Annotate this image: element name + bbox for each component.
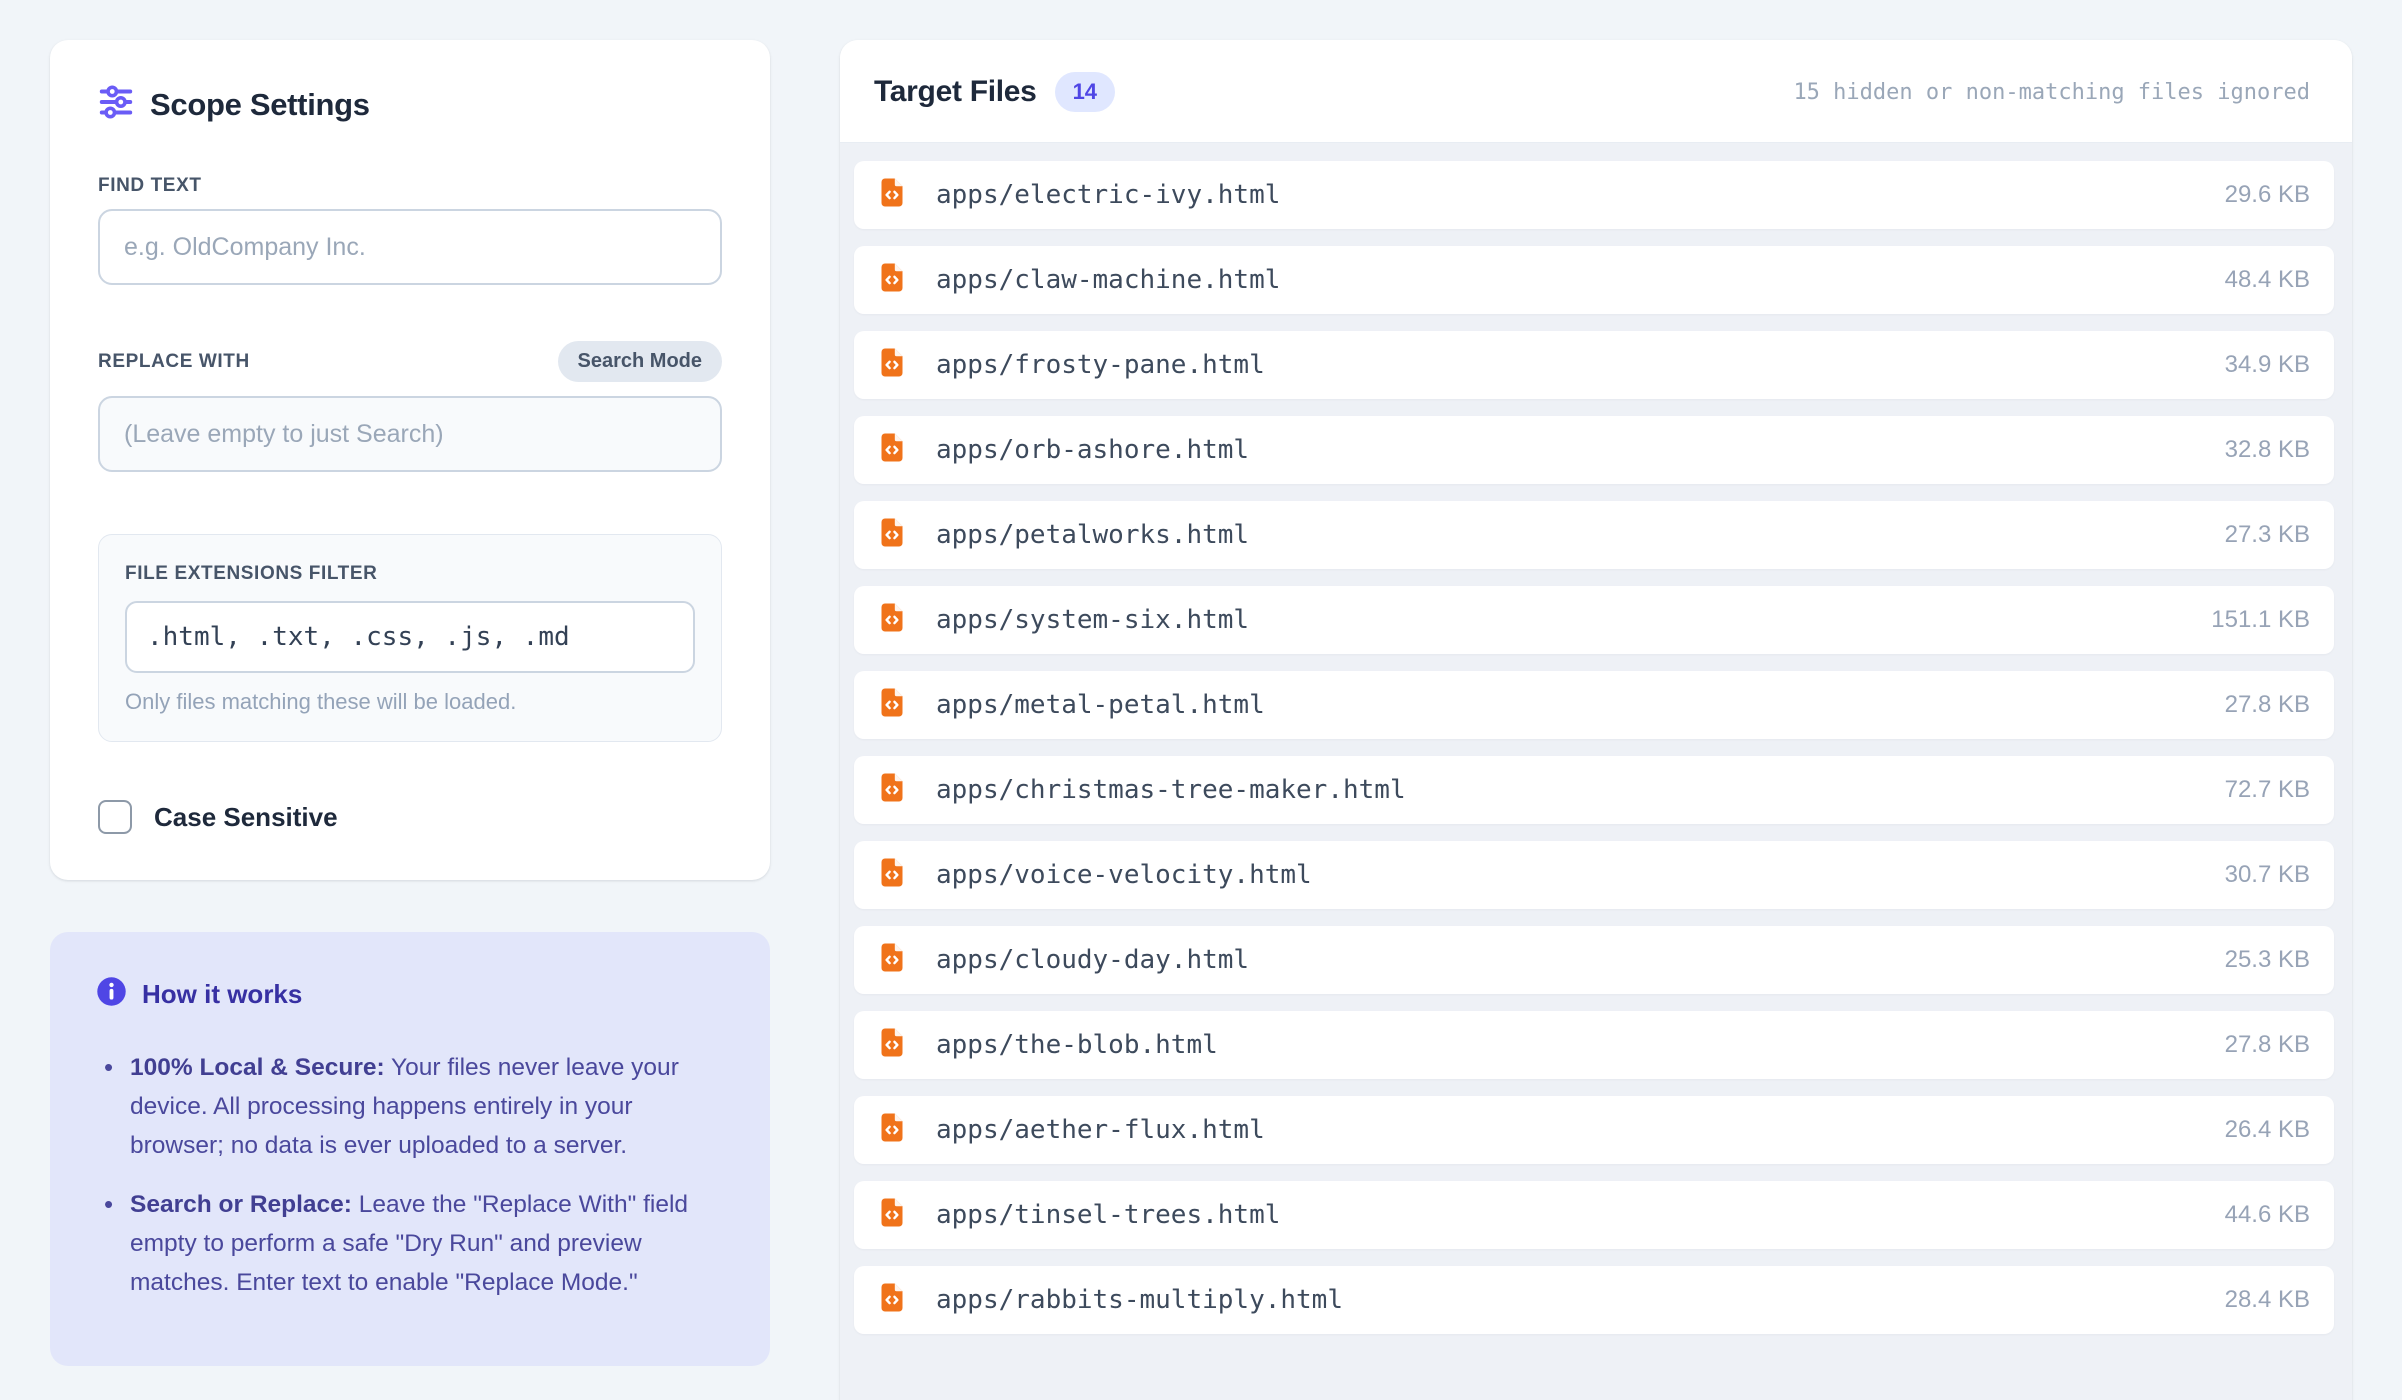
file-size: 29.6 KB [2225,181,2310,209]
file-name: apps/aether-flux.html [936,1115,1265,1145]
file-row[interactable]: apps/tinsel-trees.html 44.6 KB [854,1181,2334,1249]
file-row[interactable]: apps/the-blob.html 27.8 KB [854,1011,2334,1079]
file-size: 28.4 KB [2225,1286,2310,1314]
file-name: apps/the-blob.html [936,1030,1218,1060]
file-code-icon [878,602,906,638]
replace-with-input[interactable] [98,396,722,472]
file-code-icon [878,1197,906,1233]
how-it-works-bullet: 100% Local & Secure: Your files never le… [96,1048,724,1165]
file-name: apps/petalworks.html [936,520,1249,550]
file-size: 32.8 KB [2225,436,2310,464]
target-files-header: Target Files 14 15 hidden or non-matchin… [840,40,2352,143]
scope-settings-header: Scope Settings [98,84,722,125]
file-code-icon [878,347,906,383]
extensions-filter-box: FILE EXTENSIONS FILTER Only files matchi… [98,534,722,742]
file-size: 26.4 KB [2225,1116,2310,1144]
file-row[interactable]: apps/system-six.html 151.1 KB [854,586,2334,654]
how-it-works-list: 100% Local & Secure: Your files never le… [96,1048,724,1302]
file-row[interactable]: apps/christmas-tree-maker.html 72.7 KB [854,756,2334,824]
file-size: 25.3 KB [2225,946,2310,974]
page-layout: Scope Settings FIND TEXT REPLACE WITH Se… [0,0,2402,1400]
file-code-icon [878,857,906,893]
info-icon [96,976,127,1012]
file-name: apps/orb-ashore.html [936,435,1249,465]
case-sensitive-checkbox[interactable] [98,800,132,834]
file-row[interactable]: apps/claw-machine.html 48.4 KB [854,246,2334,314]
file-name: apps/rabbits-multiply.html [936,1285,1343,1315]
file-code-icon [878,432,906,468]
file-size: 72.7 KB [2225,776,2310,804]
file-list: apps/electric-ivy.html 29.6 KB apps/claw… [840,143,2352,1400]
file-code-icon [878,517,906,553]
replace-with-row: REPLACE WITH Search Mode [98,341,722,382]
scope-settings-card: Scope Settings FIND TEXT REPLACE WITH Se… [50,40,770,880]
file-code-icon [878,687,906,723]
extensions-filter-helper: Only files matching these will be loaded… [125,689,695,715]
file-name: apps/metal-petal.html [936,690,1265,720]
file-name: apps/voice-velocity.html [936,860,1312,890]
target-files-title: Target Files [874,75,1037,109]
file-row[interactable]: apps/petalworks.html 27.3 KB [854,501,2334,569]
file-code-icon [878,177,906,213]
ignored-files-note: 15 hidden or non-matching files ignored [1793,80,2310,105]
file-size: 44.6 KB [2225,1201,2310,1229]
how-it-works-bullet: Search or Replace: Leave the "Replace Wi… [96,1185,724,1302]
file-size: 27.3 KB [2225,521,2310,549]
file-code-icon [878,1282,906,1318]
extensions-filter-label: FILE EXTENSIONS FILTER [125,563,695,585]
bullet-lead: Search or Replace: [130,1191,352,1218]
file-row[interactable]: apps/aether-flux.html 26.4 KB [854,1096,2334,1164]
file-size: 27.8 KB [2225,1031,2310,1059]
how-it-works-title: How it works [142,979,302,1010]
file-size: 151.1 KB [2211,606,2310,634]
file-row[interactable]: apps/rabbits-multiply.html 28.4 KB [854,1266,2334,1334]
target-files-card: Target Files 14 15 hidden or non-matchin… [840,40,2352,1400]
file-count-badge: 14 [1055,72,1115,112]
bullet-lead: 100% Local & Secure: [130,1054,385,1081]
file-name: apps/tinsel-trees.html [936,1200,1280,1230]
left-column: Scope Settings FIND TEXT REPLACE WITH Se… [50,40,770,1366]
file-row[interactable]: apps/metal-petal.html 27.8 KB [854,671,2334,739]
file-code-icon [878,1112,906,1148]
find-text-label: FIND TEXT [98,175,722,197]
file-code-icon [878,1027,906,1063]
file-name: apps/christmas-tree-maker.html [936,775,1406,805]
sliders-icon [98,84,134,125]
file-row[interactable]: apps/orb-ashore.html 32.8 KB [854,416,2334,484]
file-row[interactable]: apps/cloudy-day.html 25.3 KB [854,926,2334,994]
case-sensitive-row: Case Sensitive [98,800,722,834]
file-size: 27.8 KB [2225,691,2310,719]
search-mode-badge: Search Mode [558,341,722,382]
right-column: Target Files 14 15 hidden or non-matchin… [840,40,2352,1400]
find-text-input[interactable] [98,209,722,285]
file-name: apps/claw-machine.html [936,265,1280,295]
file-row[interactable]: apps/voice-velocity.html 30.7 KB [854,841,2334,909]
file-name: apps/cloudy-day.html [936,945,1249,975]
case-sensitive-label[interactable]: Case Sensitive [154,802,338,833]
file-name: apps/system-six.html [936,605,1249,635]
how-it-works-header: How it works [96,976,724,1012]
file-code-icon [878,772,906,808]
how-it-works-panel: How it works 100% Local & Secure: Your f… [50,932,770,1366]
file-code-icon [878,262,906,298]
file-size: 48.4 KB [2225,266,2310,294]
file-size: 30.7 KB [2225,861,2310,889]
file-code-icon [878,942,906,978]
extensions-filter-input[interactable] [125,601,695,673]
file-size: 34.9 KB [2225,351,2310,379]
file-name: apps/electric-ivy.html [936,180,1280,210]
file-name: apps/frosty-pane.html [936,350,1265,380]
file-row[interactable]: apps/frosty-pane.html 34.9 KB [854,331,2334,399]
scope-settings-title: Scope Settings [150,87,370,123]
file-row[interactable]: apps/electric-ivy.html 29.6 KB [854,161,2334,229]
replace-with-label: REPLACE WITH [98,351,250,373]
